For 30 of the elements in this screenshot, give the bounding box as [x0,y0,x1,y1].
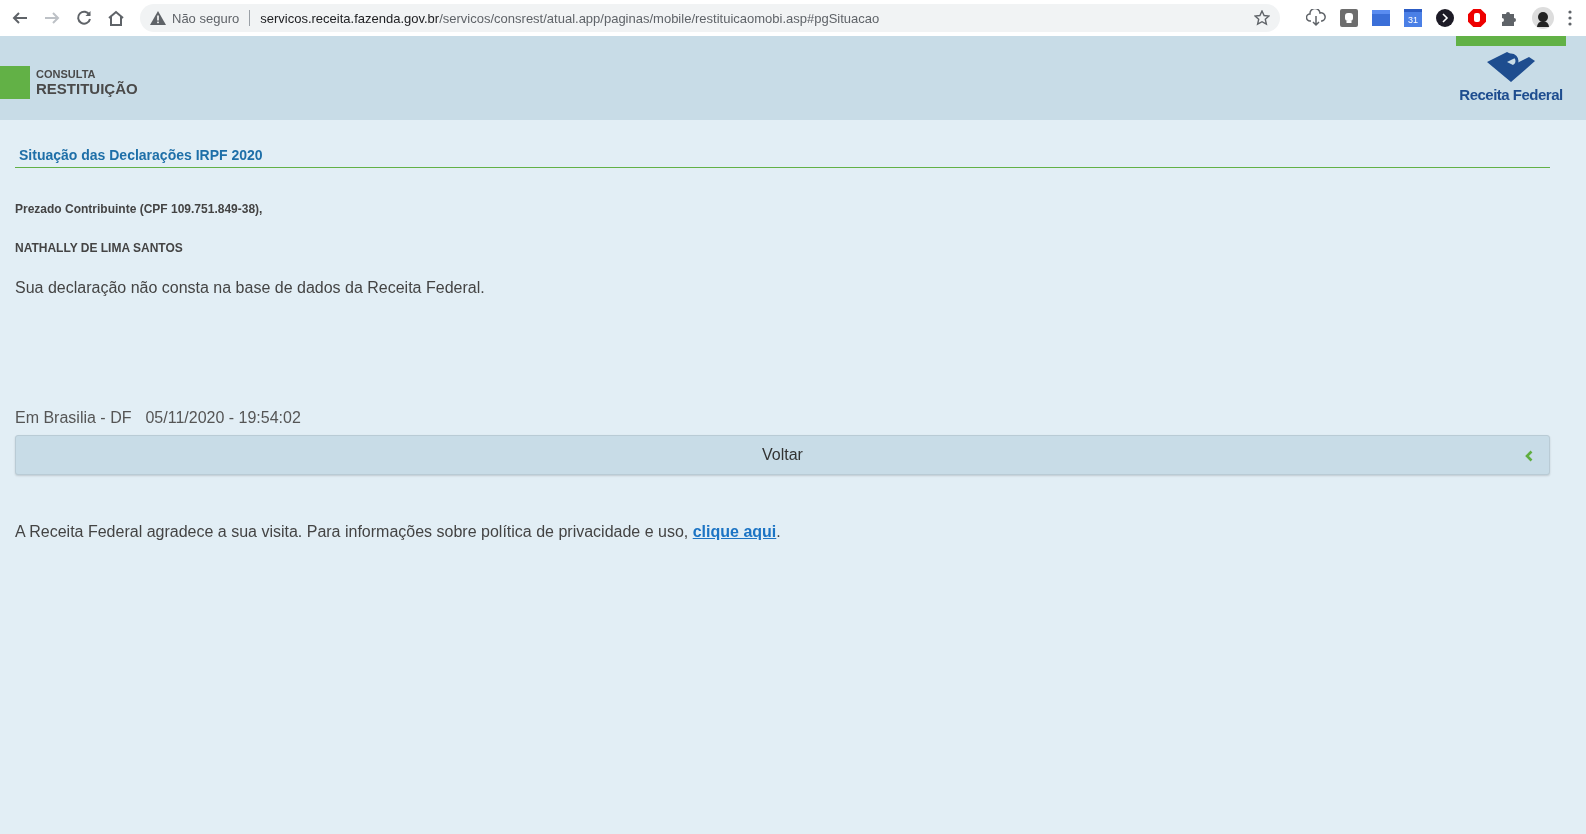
bulb-extension-icon[interactable] [1340,9,1358,27]
reload-icon [75,9,93,27]
security-label: Não seguro [172,10,240,26]
cloud-download-icon[interactable] [1306,9,1326,27]
taxpayer-name: NATHALLY DE LIMA SANTOS [15,241,184,255]
stop-hand-icon[interactable] [1468,9,1486,27]
section-title: Situação das Declarações IRPF 2020 [15,147,1550,168]
url-text: servicos.receita.fazenda.gov.br/servicos/consrest/atual.app/paginas/mobile/restituicaomobi.asp#pgSituacao [260,10,881,26]
calendar-icon[interactable]: 31 [1404,9,1422,27]
header-title: RESTITUIÇÃO [36,79,138,97]
privacy-link[interactable]: clique aqui [692,523,777,540]
star-icon[interactable] [1254,10,1270,26]
chevron-left-icon [1525,450,1533,462]
dark-circle-extension-icon[interactable] [1436,9,1454,27]
warning-icon [150,11,166,25]
puzzle-icon[interactable] [1500,9,1518,27]
timestamp-text: 05/11/2020 - 19:54:02 [145,409,301,427]
header-kicker: CONSULTA [36,67,97,80]
accent-block [0,65,30,99]
footer-text: A Receita Federal agradece a sua visita. Para informações sobre política de privacidade e uso, clique aqui. [15,523,782,541]
menu-icon[interactable] [1568,10,1572,26]
address-bar[interactable]: Não seguro servicos.receita.fazenda.gov.br/servicos/consrest/atual.app/paginas/mobile/restituicaomobi.asp#pgSituacao [140,4,1280,32]
folder-extension-icon[interactable] [1372,9,1390,27]
location-text: Em Brasilia - DF [15,409,132,427]
home-icon [107,9,125,27]
back-page-button[interactable]: Voltar [15,435,1550,475]
logo-text: Receita Federal [1459,86,1563,103]
status-message: Sua declaração não consta na base de dados da Receita Federal. [15,279,486,297]
avatar-icon[interactable] [1532,7,1554,29]
greeting-text: Prezado Contribuinte (CPF 109.751.849-38), [15,202,264,216]
